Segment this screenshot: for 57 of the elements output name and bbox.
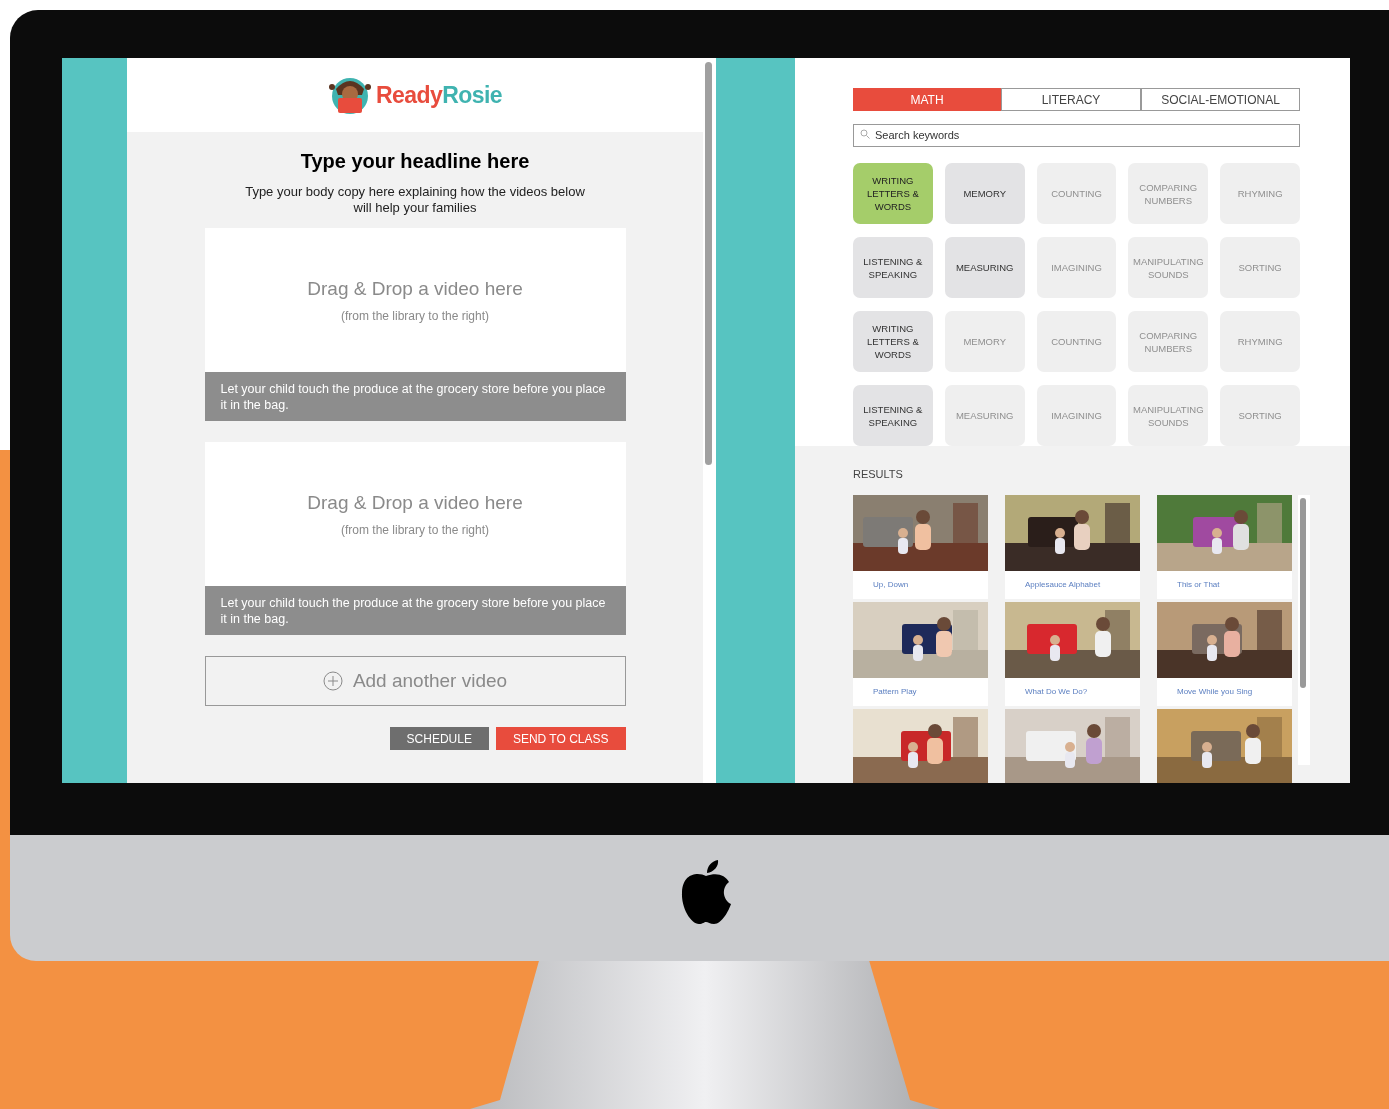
category-tab[interactable]: LITERACY <box>1001 88 1141 111</box>
reading-girl-icon <box>328 75 373 115</box>
video-card[interactable]: Move While you Sing <box>1157 601 1292 706</box>
scrollbar-thumb[interactable] <box>705 62 712 465</box>
plus-circle-icon <box>322 671 343 691</box>
topic-tile[interactable]: LISTENING & SPEAKING <box>853 237 933 298</box>
video-title: Move While you Sing <box>1176 685 1254 698</box>
topic-tile[interactable]: MANIPULATING SOUNDS <box>1128 237 1209 298</box>
video-card[interactable]: Applesauce Alphabet <box>1005 494 1140 599</box>
topic-tile[interactable]: WRITING LETTERS & WORDS <box>853 311 933 372</box>
video-drop-zone[interactable]: Drag & Drop a video here (from the library to the right) Let your child touch the produce at the grocery store before you place it in the bag. <box>204 442 626 635</box>
add-video-button[interactable]: Add another video <box>204 656 626 706</box>
topic-tile[interactable]: COUNTING <box>1036 311 1117 372</box>
schedule-button[interactable]: SCHEDULE <box>389 727 489 750</box>
topic-tile[interactable]: IMAGINING <box>1036 237 1117 298</box>
video-title: What Do We Do? <box>1024 685 1089 698</box>
video-title: Pattern Play <box>872 685 918 698</box>
video-card[interactable]: Pattern Play <box>853 601 988 706</box>
video-caption: Let your child touch the produce at the grocery store before you place it in the bag. <box>204 372 626 421</box>
category-tab[interactable]: MATH <box>853 88 1001 111</box>
logo-icon <box>679 860 733 925</box>
send-button[interactable]: SEND TO CLASS <box>495 727 626 750</box>
topic-tile[interactable]: LISTENING & SPEAKING <box>853 385 933 446</box>
video-card[interactable]: What Do We Do? <box>1005 601 1140 706</box>
body-text: Type your body copy here explaining how the videos below will help your families <box>244 184 586 216</box>
video-card[interactable]: This or That <box>1157 494 1292 599</box>
video-caption: Let your child touch the produce at the grocery store before you place it in the bag. <box>204 586 626 635</box>
topic-tile[interactable]: COMPARING NUMBERS <box>1128 163 1209 224</box>
topic-tile[interactable]: RHYMING <box>1220 163 1300 224</box>
topic-tile[interactable]: MANIPULATING SOUNDS <box>1128 385 1209 446</box>
video-title: Up, Down <box>872 578 910 591</box>
topic-tile[interactable]: MEMORY <box>944 163 1025 224</box>
drop-title: Drag & Drop a video here <box>307 277 523 302</box>
topic-tile[interactable]: IMAGINING <box>1036 385 1117 446</box>
topic-tile[interactable]: COMPARING NUMBERS <box>1128 311 1209 372</box>
topic-tile[interactable]: SORTING <box>1220 385 1300 446</box>
topic-tile[interactable]: SORTING <box>1220 237 1300 298</box>
video-title: This or That <box>1176 578 1221 591</box>
logo-text: ReadyRosie <box>376 80 502 110</box>
drop-title: Drag & Drop a video here <box>307 491 523 516</box>
results-label: RESULTS <box>853 467 904 482</box>
scrollbar-thumb[interactable] <box>1300 497 1306 688</box>
topic-tile[interactable]: MEASURING <box>944 237 1025 298</box>
topic-tile[interactable]: COUNTING <box>1036 163 1117 224</box>
topic-tile[interactable]: RHYMING <box>1220 311 1300 372</box>
headline: Type your headline here <box>300 149 530 174</box>
topic-tile[interactable]: WRITING LETTERS & WORDS <box>853 163 933 224</box>
drop-hint: (from the library to the right) <box>340 521 490 539</box>
category-tab[interactable]: SOCIAL-EMOTIONAL <box>1141 88 1300 111</box>
topic-tile[interactable]: MEASURING <box>944 385 1025 446</box>
video-title: Applesauce Alphabet <box>1024 578 1102 591</box>
drop-hint: (from the library to the right) <box>340 307 490 325</box>
video-drop-zone[interactable]: Drag & Drop a video here (from the library to the right) Let your child touch the produce at the grocery store before you place it in the bag. <box>204 228 626 421</box>
search-field[interactable]: Search keywords <box>853 123 1300 147</box>
video-card[interactable]: Up, Down <box>853 494 988 599</box>
topic-tile[interactable]: MEMORY <box>944 311 1025 372</box>
search-icon <box>860 129 870 139</box>
